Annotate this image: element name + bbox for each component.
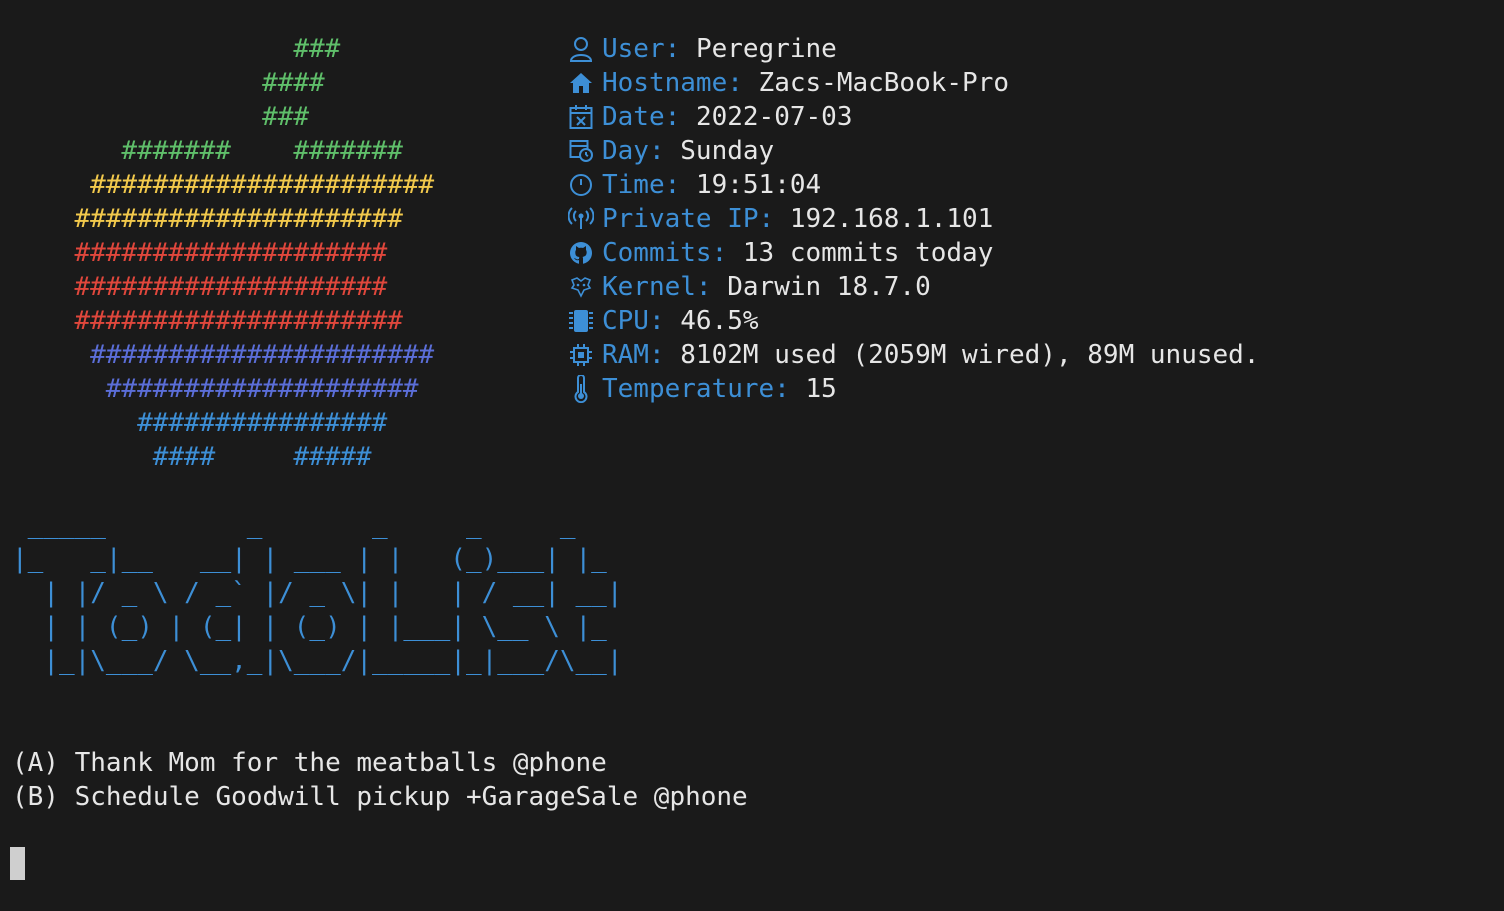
info-row: Hostname: Zacs-MacBook-Pro [568, 66, 1009, 100]
info-key: Commits: [602, 238, 728, 268]
apple-logo-row: #### [12, 68, 325, 98]
info-key: User: [602, 34, 681, 64]
clock-icon [568, 168, 594, 202]
banner-row: | |/ _ \ / _` |/ _ \| | | / __| __| [12, 578, 623, 608]
apple-logo-row: ##################### [12, 306, 403, 336]
info-row: Date: 2022-07-03 [568, 100, 852, 134]
info-value: Darwin 18.7.0 [727, 272, 931, 302]
info-row: Day: Sunday [568, 134, 774, 168]
cpu-icon [568, 304, 594, 338]
apple-logo-row: ####### ####### [12, 136, 403, 166]
apple-logo-row: ###################### [12, 170, 435, 200]
info-value: 2022-07-03 [695, 102, 853, 132]
terminal-window[interactable]: ### #### ### ####### ####### ###########… [0, 0, 1504, 911]
info-key: RAM: [602, 340, 665, 370]
info-value: 46.5% [680, 306, 759, 336]
info-value: 19:51:04 [695, 170, 822, 200]
info-key: Private IP: [602, 204, 775, 234]
info-row: RAM: 8102M used (2059M wired), 89M unuse… [568, 338, 1259, 372]
apple-logo-row: #### ##### [12, 442, 372, 472]
apple-logo-row: ###################### [12, 340, 435, 370]
info-key: Kernel: [602, 272, 712, 302]
info-key: Temperature: [602, 374, 790, 404]
info-key: CPU: [602, 306, 665, 336]
info-key: Date: [602, 102, 681, 132]
info-value: 15 [805, 374, 837, 404]
info-separator [774, 202, 790, 236]
apple-logo-row: ################ [12, 408, 388, 438]
info-row: Private IP: 192.168.1.101 [568, 202, 993, 236]
info-row: Commits: 13 commits today [568, 236, 993, 270]
banner-row: |_ _|__ __| | ___ | | (_)___| |_ [12, 544, 607, 574]
todo-item: (B) Schedule Goodwill pickup +GarageSale… [12, 782, 748, 812]
thermometer-icon [568, 372, 594, 406]
info-row: Kernel: Darwin 18.7.0 [568, 270, 931, 304]
info-separator [680, 32, 696, 66]
info-separator [665, 134, 681, 168]
apple-logo-row: ##################### [12, 204, 403, 234]
todo-item: (A) Thank Mom for the meatballs @phone [12, 748, 607, 778]
info-separator [712, 270, 728, 304]
info-value: Peregrine [695, 34, 837, 64]
info-key: Day: [602, 136, 665, 166]
info-row: Time: 19:51:04 [568, 168, 821, 202]
apple-logo-row: ### [12, 34, 341, 64]
banner-row: _____ _ _ _ _ [12, 510, 576, 540]
info-separator [790, 372, 806, 406]
apple-logo-row: #################### [12, 238, 388, 268]
home-icon [568, 66, 594, 100]
info-separator [665, 338, 681, 372]
apple-logo-row: #################### [12, 374, 419, 404]
info-separator [680, 168, 696, 202]
info-separator [665, 304, 681, 338]
calendar-clock-icon [568, 134, 594, 168]
info-value: 13 commits today [742, 238, 994, 268]
info-separator [743, 66, 759, 100]
calendar-icon [568, 100, 594, 134]
info-separator [727, 236, 743, 270]
info-value: Sunday [680, 136, 775, 166]
info-separator [680, 100, 696, 134]
user-icon [568, 32, 594, 66]
info-value: 8102M used (2059M wired), 89M unused. [680, 340, 1260, 370]
info-row: CPU: 46.5% [568, 304, 759, 338]
banner-row: | | (_) | (_| | (_) | |___| \__ \ |_ [12, 612, 607, 642]
info-key: Time: [602, 170, 681, 200]
broadcast-icon [568, 202, 594, 236]
banner-row: |_|\___/ \__,_|\___/|_____|_|___/\__| [12, 646, 623, 676]
kernel-icon [568, 270, 594, 304]
apple-logo-row: ### [12, 102, 310, 132]
github-icon [568, 236, 594, 270]
terminal-cursor[interactable] [10, 847, 25, 880]
info-row: User: Peregrine [568, 32, 837, 66]
info-key: Hostname: [602, 68, 743, 98]
apple-logo-row: #################### [12, 272, 388, 302]
info-value: 192.168.1.101 [789, 204, 994, 234]
chip-icon [568, 338, 594, 372]
info-value: Zacs-MacBook-Pro [758, 68, 1009, 98]
info-row: Temperature: 15 [568, 372, 837, 406]
